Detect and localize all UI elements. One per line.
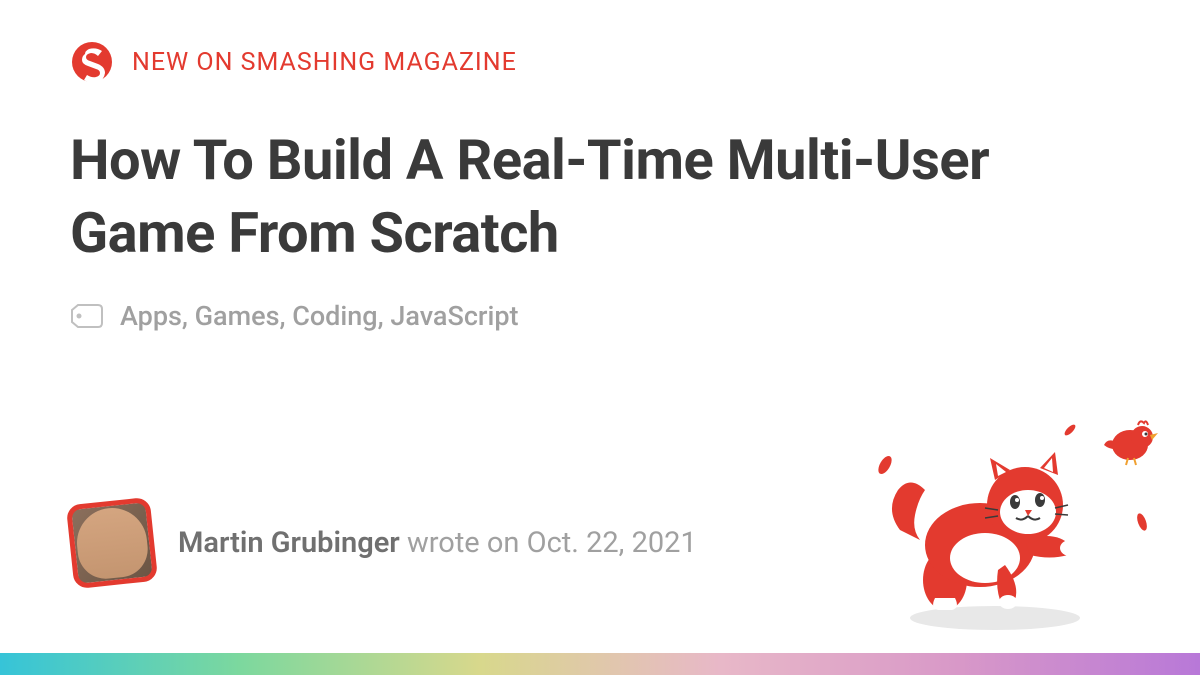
article-title: How To Build A Real-Time Multi-User Game… [0,84,1200,270]
wrote-on-text: wrote on [400,526,527,560]
tags-row: Apps, Games, Coding, JavaScript [0,270,1200,332]
author-avatar [66,497,158,589]
author-row: Martin Grubinger wrote on Oct. 22, 2021 [0,501,767,585]
author-byline: Martin Grubinger wrote on Oct. 22, 2021 [178,526,697,560]
publish-date: Oct. 22, 2021 [527,526,697,560]
cat-mascot-illustration [870,410,1170,630]
eyebrow-label: NEW ON SMASHING MAGAZINE [132,48,517,77]
bird-icon [1100,415,1160,470]
smashing-logo-icon [70,40,114,84]
tag-icon [70,303,104,329]
rainbow-footer-bar [0,653,1200,675]
header-row: NEW ON SMASHING MAGAZINE [0,0,1200,84]
author-name: Martin Grubinger [178,526,400,560]
tags-list: Apps, Games, Coding, JavaScript [120,300,519,332]
